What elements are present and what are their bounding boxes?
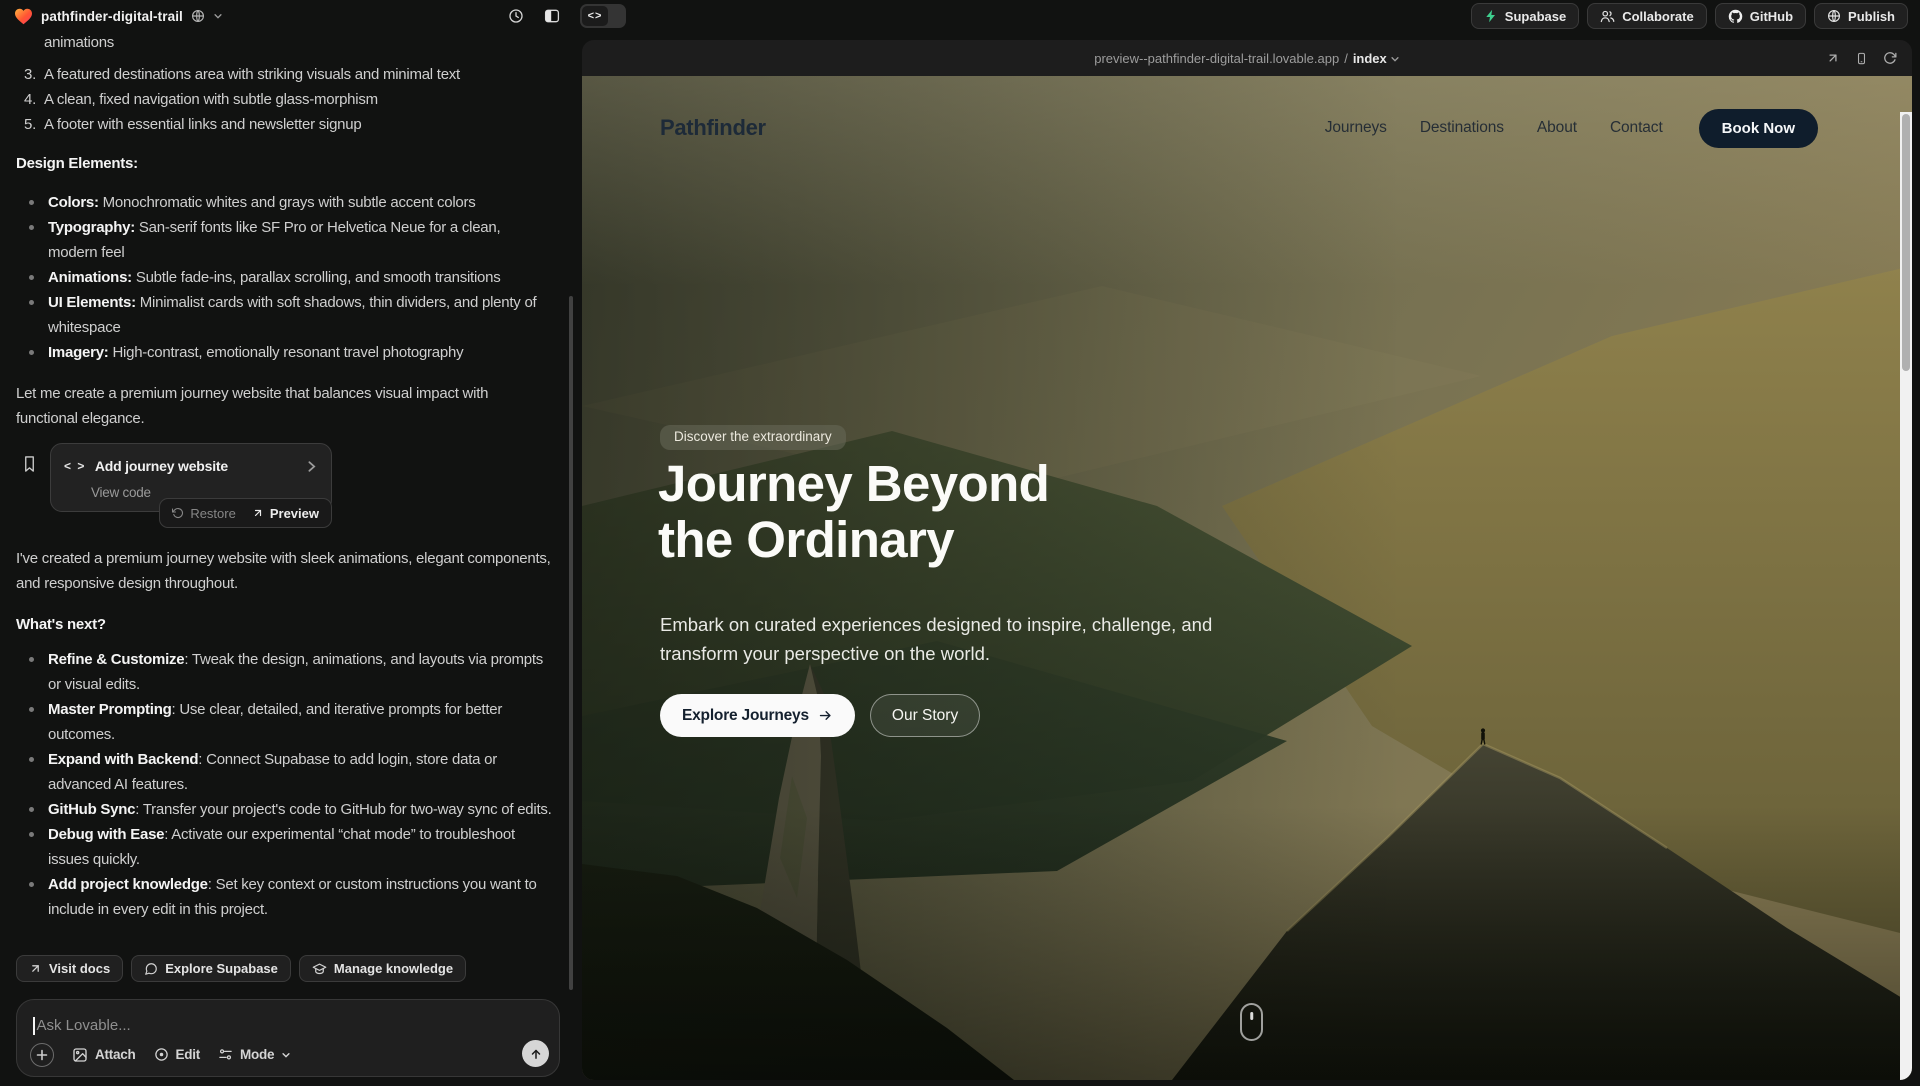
list-item: Colors: Monochromatic whites and grays w… bbox=[16, 190, 552, 215]
restore-button[interactable]: Restore bbox=[172, 501, 236, 526]
site-logo[interactable]: Pathfinder bbox=[660, 115, 766, 141]
edit-button[interactable]: Edit bbox=[154, 1042, 201, 1067]
supabase-button[interactable]: Supabase bbox=[1471, 3, 1579, 29]
book-now-button[interactable]: Book Now bbox=[1699, 109, 1818, 148]
publish-button[interactable]: Publish bbox=[1814, 3, 1908, 29]
preview-url: preview--pathfinder-digital-trail.lovabl… bbox=[1094, 51, 1339, 66]
chat-composer[interactable]: Ask Lovable... Attach Edit bbox=[16, 999, 560, 1077]
design-elements-heading: Design Elements: bbox=[16, 151, 552, 176]
preview-panel: preview--pathfinder-digital-trail.lovabl… bbox=[582, 40, 1912, 1080]
supabase-bolt-icon bbox=[1484, 9, 1498, 23]
list-item: Typography: San-serif fonts like SF Pro … bbox=[16, 215, 552, 265]
open-in-new-tab-icon[interactable] bbox=[1826, 51, 1840, 65]
assistant-paragraph: I've created a premium journey website w… bbox=[16, 546, 552, 596]
chevron-down-icon[interactable] bbox=[213, 11, 223, 21]
github-button[interactable]: GitHub bbox=[1715, 3, 1806, 29]
attach-button[interactable]: Attach bbox=[72, 1042, 136, 1067]
collaborate-button[interactable]: Collaborate bbox=[1587, 3, 1707, 29]
numbered-list: 3.A featured destinations area with stri… bbox=[16, 62, 552, 137]
github-icon bbox=[1728, 9, 1743, 24]
arrow-right-icon bbox=[818, 708, 833, 723]
restore-preview-chip: Restore Preview bbox=[159, 498, 332, 528]
chat-bubble-icon bbox=[144, 962, 158, 976]
preview-scrollbar[interactable] bbox=[1900, 112, 1912, 1080]
list-item: GitHub Sync: Transfer your project's cod… bbox=[16, 797, 552, 822]
image-icon bbox=[72, 1047, 88, 1063]
list-item: 3.A featured destinations area with stri… bbox=[16, 62, 552, 87]
code-icon: <> bbox=[582, 6, 608, 26]
send-button[interactable] bbox=[522, 1040, 549, 1067]
chevron-down-icon[interactable] bbox=[1390, 54, 1400, 64]
nav-link-contact[interactable]: Contact bbox=[1610, 119, 1663, 137]
lovable-heart-logo bbox=[14, 8, 33, 25]
target-icon bbox=[154, 1047, 169, 1062]
preview-scrollbar-thumb[interactable] bbox=[1902, 114, 1910, 371]
list-item: Expand with Backend: Connect Supabase to… bbox=[16, 747, 552, 797]
edit-tool-card[interactable]: < > Add journey website View code Restor… bbox=[50, 443, 332, 512]
whats-next-heading: What's next? bbox=[16, 612, 552, 637]
tool-card-row: < > Add journey website View code Restor… bbox=[16, 443, 552, 512]
graduation-cap-icon bbox=[312, 961, 327, 976]
list-item: 4.A clean, fixed navigation with subtle … bbox=[16, 87, 552, 112]
list-item: Animations: Subtle fade-ins, parallax sc… bbox=[16, 265, 552, 290]
nav-link-destinations[interactable]: Destinations bbox=[1420, 119, 1504, 137]
explore-journeys-button[interactable]: Explore Journeys bbox=[660, 694, 855, 737]
tool-card-title: Add journey website bbox=[95, 454, 228, 479]
app-topbar: pathfinder-digital-trail <> bbox=[0, 0, 1920, 32]
manage-knowledge-button[interactable]: Manage knowledge bbox=[299, 955, 466, 982]
our-story-button[interactable]: Our Story bbox=[870, 694, 980, 737]
code-preview-toggle[interactable]: <> bbox=[580, 4, 626, 28]
list-item: Add project knowledge: Set key context o… bbox=[16, 872, 552, 922]
site-viewport: Pathfinder Journeys Destinations About C… bbox=[582, 76, 1912, 1080]
project-name: pathfinder-digital-trail bbox=[41, 9, 183, 24]
nav-link-journeys[interactable]: Journeys bbox=[1325, 119, 1387, 137]
globe-status-icon bbox=[191, 9, 205, 23]
list-item: UI Elements: Minimalist cards with soft … bbox=[16, 290, 552, 340]
preview-route[interactable]: index bbox=[1353, 51, 1387, 66]
scroll-indicator-icon bbox=[1240, 1003, 1263, 1041]
refresh-icon[interactable] bbox=[1883, 51, 1897, 65]
list-item: 5.A footer with essential links and news… bbox=[16, 112, 552, 137]
chat-input-placeholder[interactable]: Ask Lovable... bbox=[37, 1013, 131, 1038]
visit-docs-button[interactable]: Visit docs bbox=[16, 955, 123, 982]
chat-panel: animations 3.A featured destinations are… bbox=[0, 32, 576, 1086]
preview-button[interactable]: Preview bbox=[252, 501, 319, 526]
hero-heading: Journey Beyond the Ordinary bbox=[658, 456, 1049, 568]
hero-mountain-image bbox=[582, 76, 1912, 1080]
bookmark-icon[interactable] bbox=[22, 455, 37, 473]
list-item: Imagery: High-contrast, emotionally reso… bbox=[16, 340, 552, 365]
chevron-right-icon bbox=[305, 460, 318, 473]
assistant-paragraph: Let me create a premium journey website … bbox=[16, 381, 552, 431]
site-navbar: Pathfinder Journeys Destinations About C… bbox=[660, 106, 1818, 150]
sliders-icon bbox=[218, 1047, 233, 1062]
code-icon: < > bbox=[64, 454, 86, 479]
hero-badge: Discover the extraordinary bbox=[660, 425, 846, 450]
add-button[interactable] bbox=[30, 1043, 54, 1067]
nav-link-about[interactable]: About bbox=[1537, 119, 1577, 137]
chat-clipped-line: animations bbox=[44, 32, 552, 54]
hero-subtitle: Embark on curated experiences designed t… bbox=[660, 610, 1278, 668]
history-icon[interactable] bbox=[508, 8, 524, 24]
project-switcher[interactable]: pathfinder-digital-trail bbox=[0, 8, 223, 25]
mobile-view-icon[interactable] bbox=[1855, 51, 1868, 66]
text-caret bbox=[33, 1017, 35, 1035]
explore-supabase-button[interactable]: Explore Supabase bbox=[131, 955, 291, 982]
list-item: Debug with Ease: Activate our experiment… bbox=[16, 822, 552, 872]
chat-scrollbar[interactable] bbox=[569, 296, 573, 990]
design-bullet-list: Colors: Monochromatic whites and grays w… bbox=[16, 190, 552, 365]
chevron-down-icon bbox=[281, 1050, 291, 1060]
list-item: Master Prompting: Use clear, detailed, a… bbox=[16, 697, 552, 747]
users-icon bbox=[1600, 9, 1615, 24]
external-link-icon bbox=[29, 962, 42, 975]
publish-globe-icon bbox=[1827, 9, 1841, 23]
quick-action-chips: Visit docs Explore Supabase Manage knowl… bbox=[16, 955, 466, 982]
toggle-panel-icon[interactable] bbox=[544, 8, 560, 24]
next-steps-list: Refine & Customize: Tweak the design, an… bbox=[16, 647, 552, 922]
preview-url-bar: preview--pathfinder-digital-trail.lovabl… bbox=[582, 40, 1912, 76]
mode-selector[interactable]: Mode bbox=[218, 1042, 291, 1067]
list-item: Refine & Customize: Tweak the design, an… bbox=[16, 647, 552, 697]
